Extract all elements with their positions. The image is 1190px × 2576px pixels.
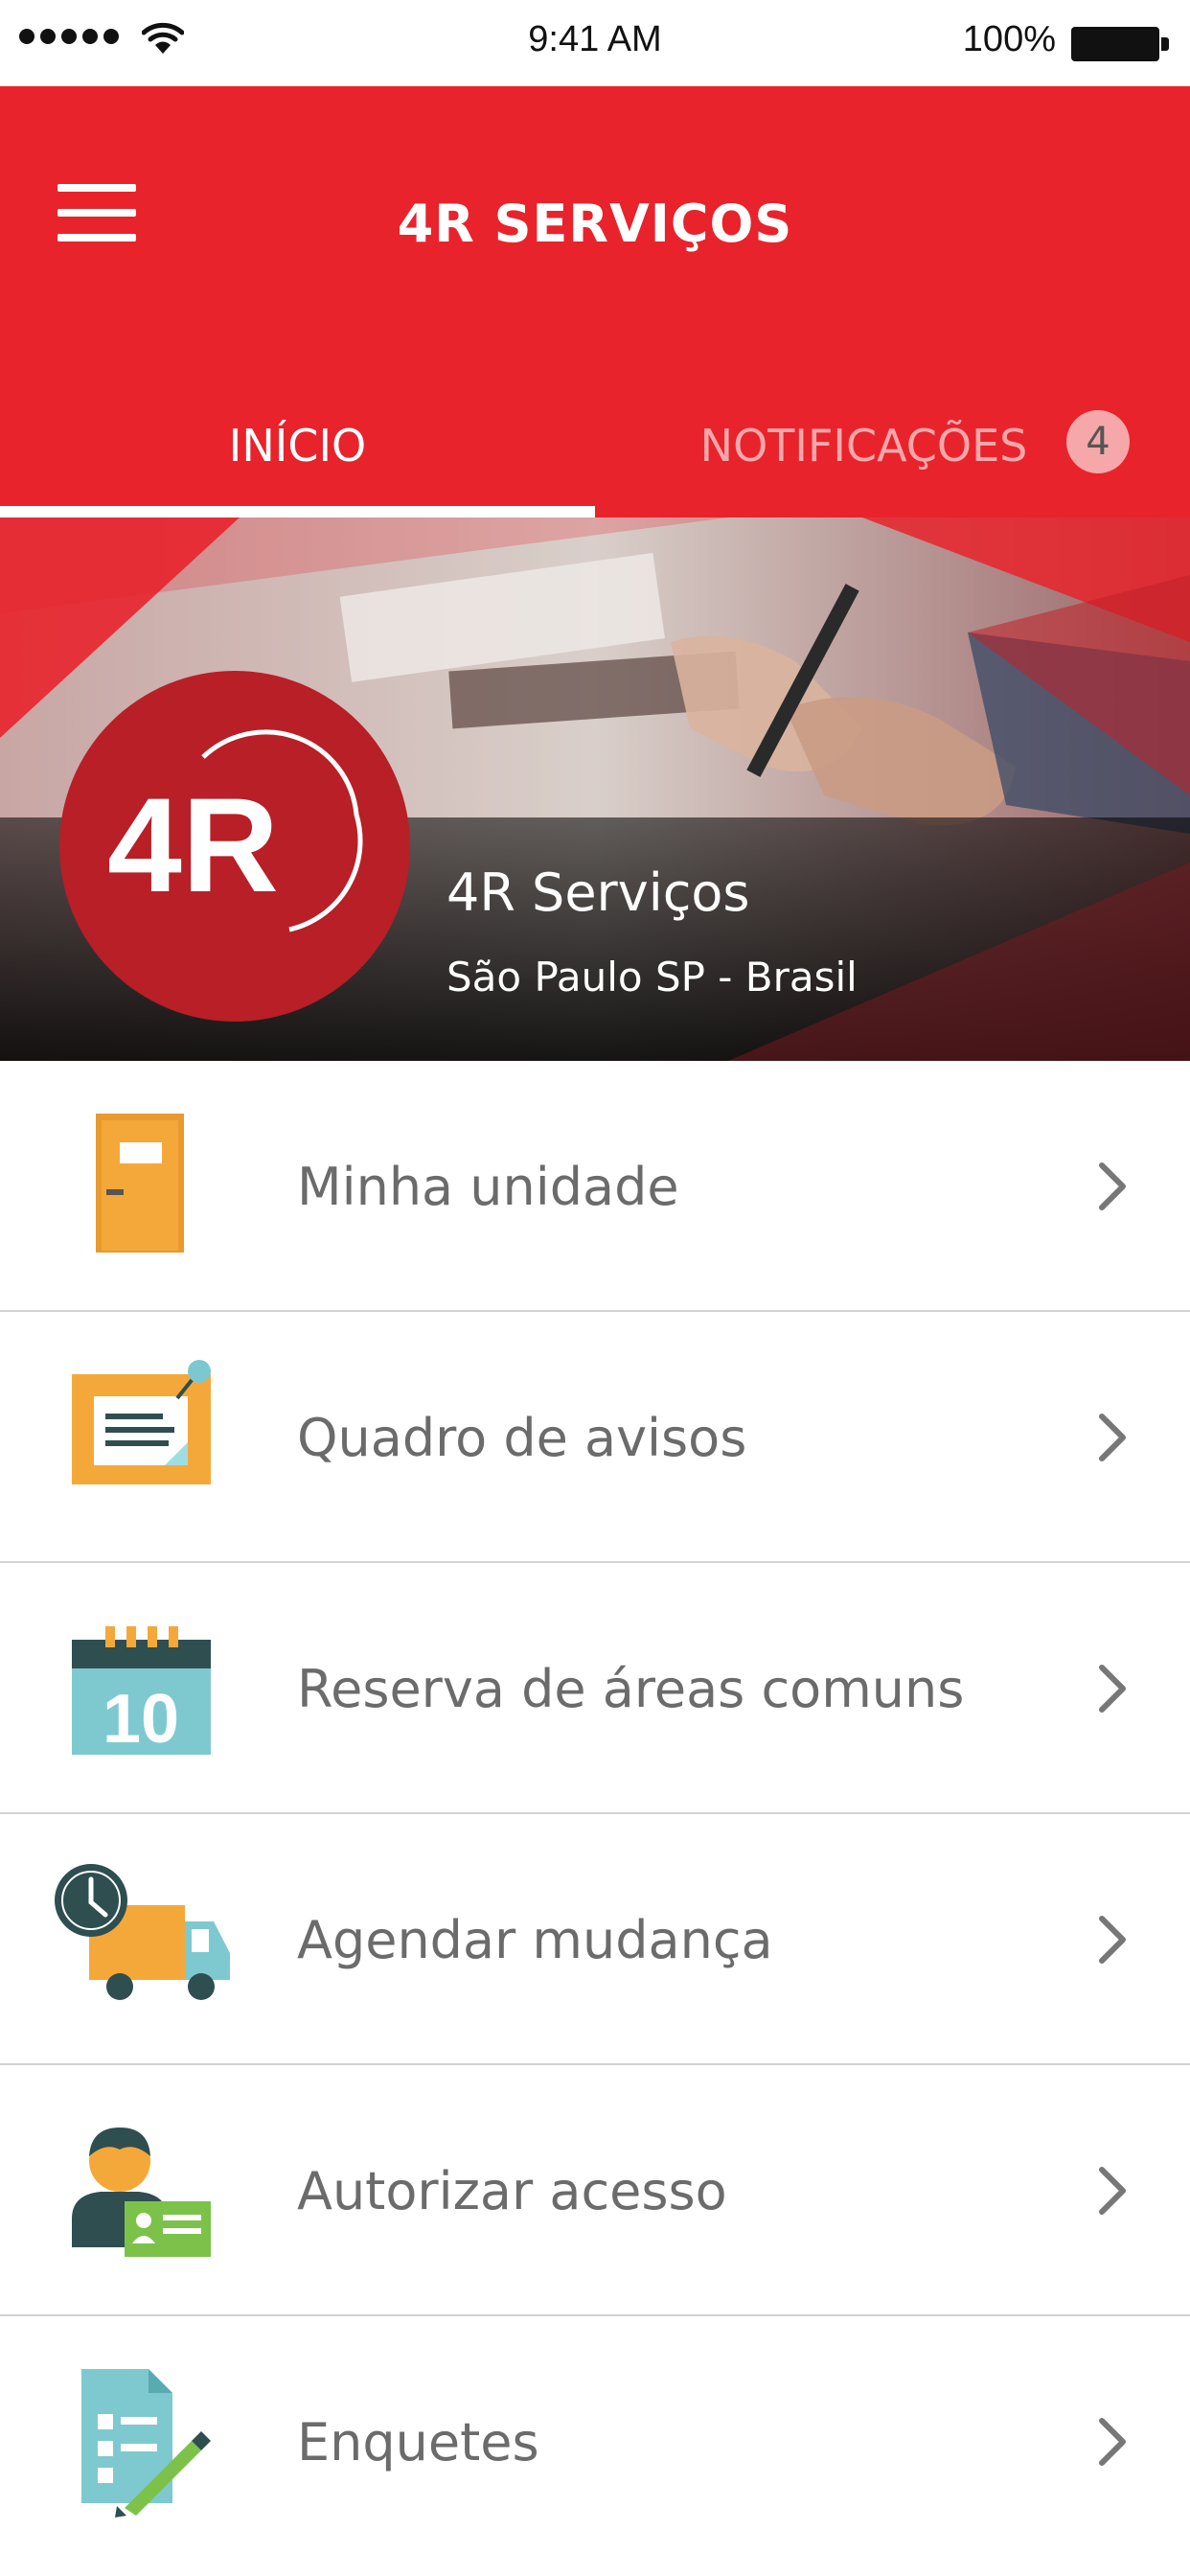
- chevron-right-icon: [1099, 1665, 1126, 1713]
- status-bar: 9:41 AM 100%: [0, 0, 1190, 86]
- chevron-right-icon: [1099, 1162, 1126, 1210]
- menu-item-autorizar-acesso[interactable]: Autorizar acesso: [0, 2065, 1190, 2316]
- tab-inicio-label: INÍCIO: [228, 420, 367, 472]
- company-logo-mark: 4R: [107, 729, 363, 932]
- menu-item-label: Quadro de avisos: [297, 1407, 747, 1468]
- app-title: 4R SERVIÇOS: [397, 194, 793, 254]
- survey-icon: [81, 2369, 211, 2518]
- chevron-right-icon: [1099, 1414, 1126, 1461]
- menu-item-minha-unidade[interactable]: Minha unidade: [0, 1061, 1190, 1312]
- tab-inicio[interactable]: INÍCIO: [0, 412, 595, 479]
- menu-item-label: Reserva de áreas comuns: [297, 1658, 965, 1719]
- company-location: São Paulo SP - Brasil: [446, 954, 858, 1000]
- visitor-access-icon: [72, 2128, 211, 2257]
- battery-icon: [1071, 27, 1171, 61]
- menu-item-agendar-mudanca[interactable]: Agendar mudança: [0, 1814, 1190, 2065]
- tab-notificacoes-label: NOTIFICAÇÕES: [699, 420, 1028, 472]
- calendar-day-text: 10: [103, 1681, 179, 1758]
- notification-count-badge: 4: [1066, 410, 1130, 473]
- menu-item-reserva-de-areas-comuns[interactable]: 10 Reserva de áreas comuns: [0, 1563, 1190, 1814]
- menu-item-label: Enquetes: [297, 2411, 539, 2472]
- chevron-right-icon: [1099, 1916, 1126, 1964]
- notice-board-icon: [72, 1360, 211, 1484]
- moving-truck-icon: [55, 1864, 230, 2000]
- logo-text: 4R: [107, 770, 279, 920]
- menu-item-label: Agendar mudança: [297, 1909, 773, 1970]
- chevron-right-icon: [1099, 2418, 1126, 2466]
- active-tab-indicator: [0, 506, 595, 518]
- company-hero-banner: 4R 4R Serviços São Paulo SP - Brasil: [0, 518, 1190, 1061]
- door-icon: [96, 1114, 184, 1253]
- menu-item-enquetes[interactable]: Enquetes: [0, 2316, 1190, 2567]
- battery-percentage: 100%: [962, 19, 1056, 59]
- company-name: 4R Serviços: [446, 862, 750, 923]
- chevron-right-icon: [1099, 2167, 1126, 2215]
- menu-item-label: Minha unidade: [297, 1156, 679, 1217]
- menu-item-label: Autorizar acesso: [297, 2160, 727, 2221]
- menu-item-quadro-de-avisos[interactable]: Quadro de avisos: [0, 1312, 1190, 1563]
- calendar-icon: 10: [72, 1626, 211, 1758]
- company-logo: 4R: [59, 671, 410, 1022]
